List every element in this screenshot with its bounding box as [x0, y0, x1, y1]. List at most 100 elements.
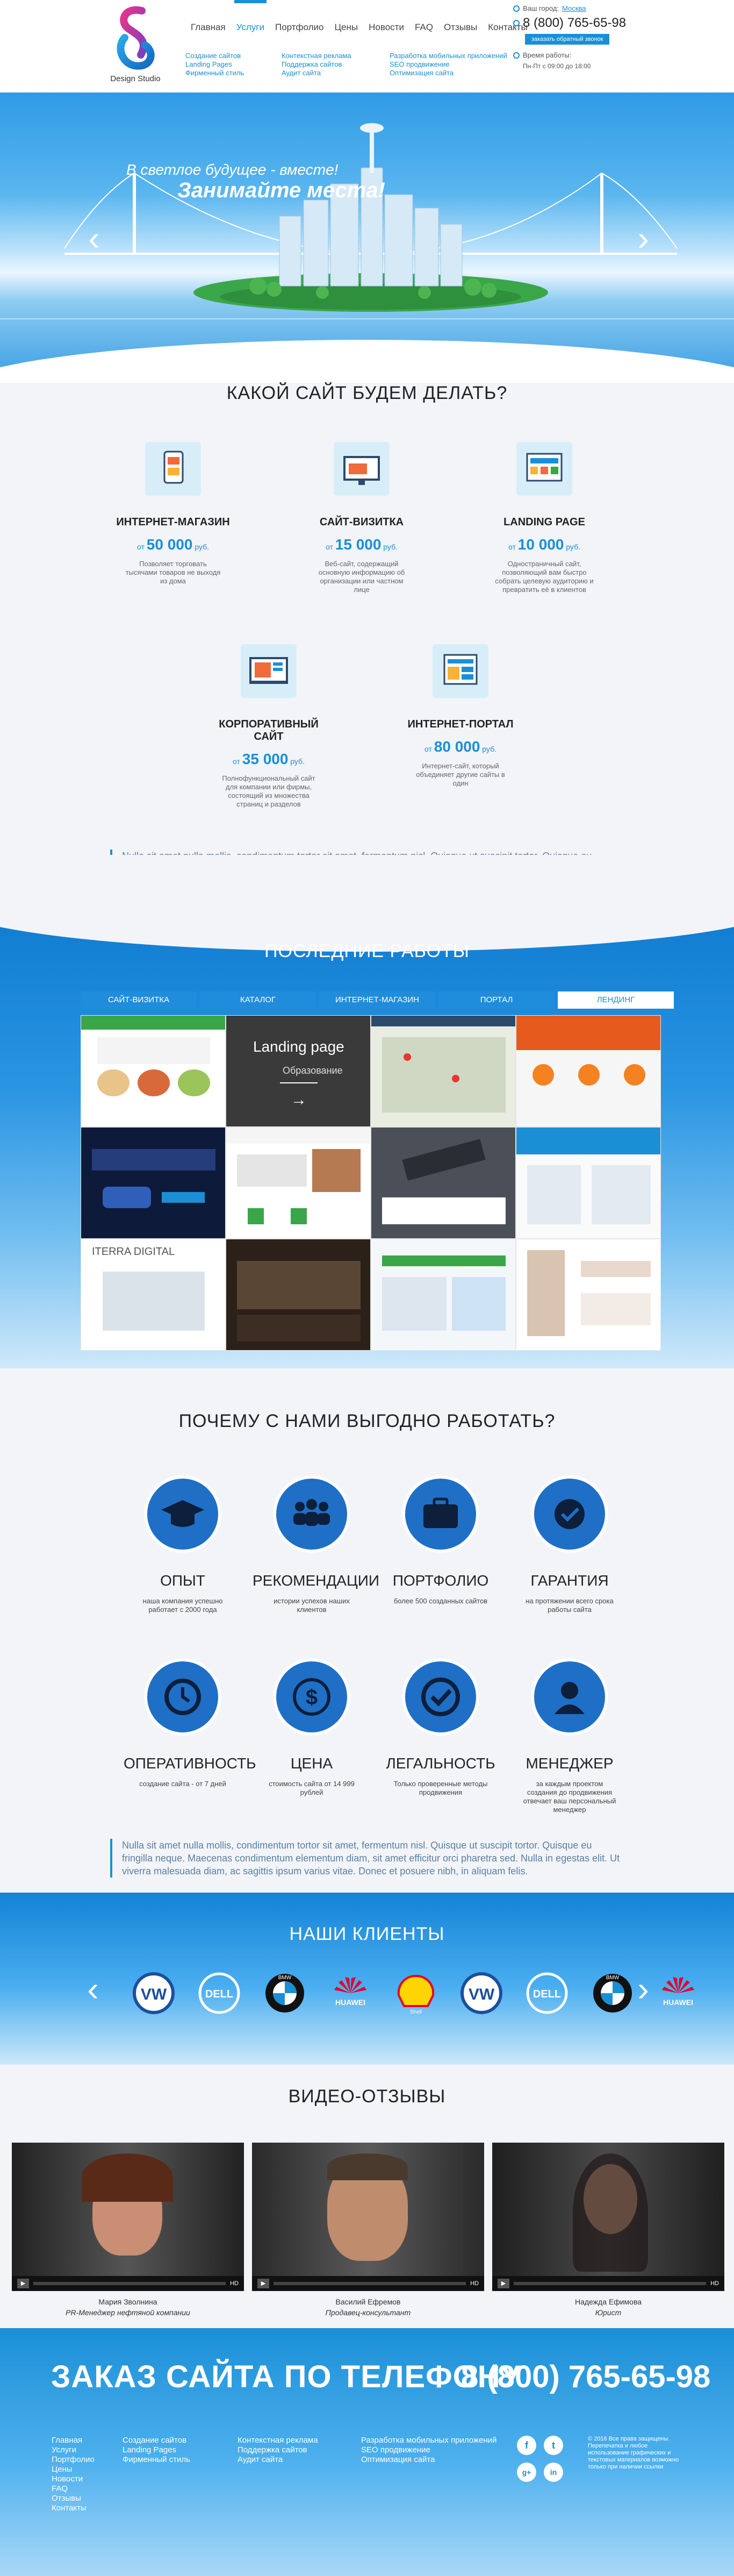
footer-link[interactable]: Разработка мобильных приложений	[361, 2436, 496, 2445]
nav-reviews[interactable]: Отзывы	[438, 20, 483, 34]
reviewer-name: Надежда Ефимова	[574, 2297, 642, 2306]
submenu-link[interactable]: Создание сайтов	[185, 52, 244, 60]
work-thumbnail[interactable]	[81, 1127, 226, 1239]
nav-services[interactable]: Услуги	[231, 0, 270, 34]
work-thumbnail[interactable]	[226, 1239, 371, 1351]
nav-portfolio[interactable]: Портфолио	[270, 20, 329, 34]
footer-link[interactable]: SEO продвижение	[361, 2445, 496, 2455]
footer-link[interactable]: Создание сайтов	[123, 2436, 190, 2445]
client-logo-dell[interactable]: DELL	[189, 1969, 249, 2017]
hero-prev-arrow[interactable]: ‹	[85, 221, 103, 255]
video-player[interactable]: ▶ HD	[492, 2143, 724, 2291]
benefit-name: МЕНЕДЖЕР	[526, 1755, 614, 1772]
hero-next-arrow[interactable]: ›	[634, 221, 652, 255]
benefit-item: РЕКОМЕНДАЦИИ истории успехов наших клиен…	[253, 1479, 379, 1614]
video-progress[interactable]	[33, 2282, 226, 2285]
client-logo-vw[interactable]: VW	[451, 1969, 512, 2017]
submenu-link[interactable]: Разработка мобильных приложений	[390, 52, 507, 60]
client-logo-vw[interactable]: VW	[124, 1969, 184, 2017]
service-card[interactable]: САЙТ-ВИЗИТКА от 15 000 руб. Веб-сайт, со…	[297, 442, 426, 594]
svg-text:VW: VW	[469, 1986, 495, 2003]
footer-link[interactable]: Контакты	[52, 2503, 95, 2513]
submenu-link[interactable]: Фирменный стиль	[185, 69, 244, 77]
footer-link[interactable]: Фирменный стиль	[123, 2455, 190, 2465]
play-icon[interactable]: ▶	[257, 2279, 269, 2288]
work-thumbnail[interactable]	[371, 1015, 516, 1127]
tab-landing[interactable]: ЛЕНДИНГ	[558, 991, 674, 1009]
work-thumbnail[interactable]	[516, 1015, 661, 1127]
submenu-link[interactable]: Landing Pages	[185, 60, 244, 69]
submenu-link[interactable]: Поддержка сайтов	[282, 60, 351, 69]
instagram-icon[interactable]: in	[544, 2463, 563, 2482]
work-thumbnail[interactable]	[516, 1239, 661, 1351]
header-phone[interactable]: 8 (800) 765-65-98	[523, 16, 626, 31]
nav-home[interactable]: Главная	[185, 20, 231, 34]
video-player[interactable]: ▶ HD	[12, 2143, 244, 2291]
service-card[interactable]: ИНТЕРНЕТ-ПОРТАЛ от 80 000 руб. Интернет-…	[396, 644, 525, 788]
client-logo-huawei[interactable]: HUAWEI	[648, 1969, 708, 2017]
tab-business-card[interactable]: САЙТ-ВИЗИТКА	[81, 991, 197, 1009]
footer-link[interactable]: Цены	[52, 2465, 95, 2474]
clients-prev-arrow[interactable]: ‹	[84, 1972, 102, 2006]
footer-link[interactable]: Поддержка сайтов	[238, 2445, 318, 2455]
work-thumbnail[interactable]	[371, 1239, 516, 1351]
arrow-right-icon[interactable]: →	[291, 1091, 307, 1109]
facebook-icon[interactable]: f	[517, 2436, 536, 2455]
work-thumbnail[interactable]	[371, 1127, 516, 1239]
service-card[interactable]: КОРПОРАТИВНЫЙ САЙТ от 35 000 руб. Полноф…	[204, 644, 333, 809]
footer-link[interactable]: Главная	[52, 2436, 95, 2445]
service-card[interactable]: LANDING PAGE от 10 000 руб. Одностраничн…	[480, 442, 609, 594]
submenu-link[interactable]: Аудит сайта	[282, 69, 351, 77]
work-thumbnail[interactable]: ITERRA DIGITAL	[81, 1239, 226, 1351]
dollar-icon: $	[276, 1661, 347, 1732]
work-thumbnail[interactable]: Landing page Образование →	[226, 1015, 371, 1127]
nav-news[interactable]: Новости	[363, 20, 409, 34]
logo[interactable]: Design Studio	[103, 5, 168, 86]
footer-link[interactable]: Отзывы	[52, 2494, 95, 2503]
service-card[interactable]: ИНТЕРНЕТ-МАГАЗИН от 50 000 руб. Позволяе…	[109, 442, 238, 586]
footer-phone[interactable]: 8 (800) 765-65-98	[461, 2359, 710, 2395]
play-icon[interactable]: ▶	[498, 2279, 509, 2288]
callback-button[interactable]: заказать обратный звонок	[525, 34, 610, 45]
client-logo-shell[interactable]: Shell	[386, 1969, 446, 2017]
footer-link[interactable]: Новости	[52, 2474, 95, 2484]
footer-link[interactable]: Контекстная реклама	[238, 2436, 318, 2445]
city-select[interactable]: Москва	[562, 4, 586, 12]
client-logo-dell[interactable]: DELL	[517, 1969, 577, 2017]
work-thumbnail[interactable]	[81, 1015, 226, 1127]
hd-badge[interactable]: HD	[230, 2280, 239, 2287]
tab-portal[interactable]: ПОРТАЛ	[438, 991, 555, 1009]
nav-prices[interactable]: Цены	[329, 20, 363, 34]
play-icon[interactable]: ▶	[17, 2279, 29, 2288]
video-progress[interactable]	[274, 2282, 466, 2285]
tab-eshop[interactable]: ИНТЕРНЕТ-МАГАЗИН	[319, 991, 435, 1009]
service-price: от 15 000 руб.	[325, 536, 398, 553]
service-price: от 10 000 руб.	[508, 536, 580, 553]
video-player[interactable]: ▶ HD	[252, 2143, 484, 2291]
client-logo-huawei[interactable]: HUAWEI	[320, 1969, 380, 2017]
submenu-link[interactable]: Контекстная реклама	[282, 52, 351, 60]
monitor-card-icon	[334, 442, 390, 496]
client-logo-bmw[interactable]: BMW	[255, 1969, 315, 2017]
work-thumbnail[interactable]	[516, 1127, 661, 1239]
submenu-link[interactable]: Оптимизация сайта	[390, 69, 507, 77]
video-progress[interactable]	[514, 2282, 707, 2285]
footer-link[interactable]: Landing Pages	[123, 2445, 190, 2455]
footer-link[interactable]: Аудит сайта	[238, 2455, 318, 2465]
footer-link[interactable]: Оптимизация сайта	[361, 2455, 496, 2465]
google-plus-icon[interactable]: g+	[517, 2463, 536, 2482]
svg-text:Shell: Shell	[410, 2009, 422, 2015]
hd-badge[interactable]: HD	[470, 2280, 479, 2287]
tab-catalog[interactable]: КАТАЛОГ	[200, 991, 316, 1009]
twitter-icon[interactable]: t	[544, 2436, 563, 2455]
clients-title: НАШИ КЛИЕНТЫ	[289, 1924, 445, 1944]
footer-link[interactable]: Услуги	[52, 2445, 95, 2455]
nav-faq[interactable]: FAQ	[409, 20, 438, 34]
footer-link[interactable]: FAQ	[52, 2484, 95, 2494]
submenu-link[interactable]: SEO продвижение	[390, 60, 507, 69]
hd-badge[interactable]: HD	[710, 2280, 719, 2287]
client-logo-bmw[interactable]: BMW	[582, 1969, 643, 2017]
work-thumbnail[interactable]	[226, 1127, 371, 1239]
service-desc: Полнофункциональный сайт для компании ил…	[222, 774, 315, 808]
footer-link[interactable]: Портфолио	[52, 2455, 95, 2465]
